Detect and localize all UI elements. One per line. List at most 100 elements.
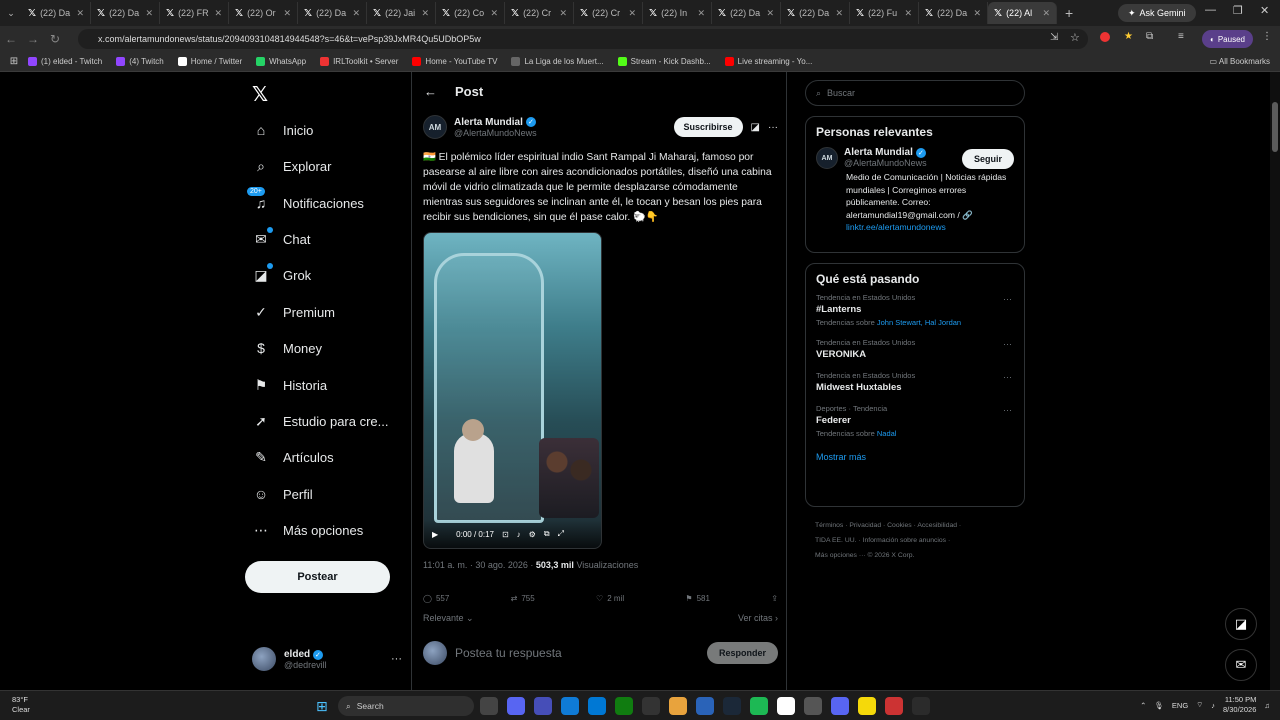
bio-link[interactable]: linktr.ee/alertamundonews xyxy=(846,222,946,232)
play-icon[interactable]: ▶ xyxy=(432,530,438,539)
author-info[interactable]: Alerta Mundial ✓ @AlertaMundoNews xyxy=(454,117,537,138)
weather-widget[interactable]: 83°F Clear xyxy=(12,695,30,715)
trend-more-icon[interactable]: ··· xyxy=(1003,405,1012,415)
chrome-icon[interactable] xyxy=(669,697,687,715)
notification-bell-icon[interactable]: ♫ xyxy=(1264,701,1270,710)
browser-tab[interactable]: 𝕏 (22) Al ✕ xyxy=(988,2,1057,24)
nav-item-estudio-para-cre[interactable]: ➚ Estudio para cre... xyxy=(253,413,388,429)
app-icon[interactable] xyxy=(696,697,714,715)
install-icon[interactable]: ⇲ xyxy=(1050,32,1058,43)
nav-item-explorar[interactable]: ⌕ Explorar xyxy=(253,158,331,174)
avatar[interactable]: AM xyxy=(816,147,838,169)
close-tab-icon[interactable]: ✕ xyxy=(421,8,429,19)
extension-icon[interactable] xyxy=(1100,32,1110,42)
close-tab-icon[interactable]: ✕ xyxy=(76,8,84,19)
scrollbar-thumb[interactable] xyxy=(1272,102,1278,152)
browser-tab[interactable]: 𝕏 (22) Fu ✕ xyxy=(850,2,919,24)
grok-icon[interactable]: ◪ xyxy=(751,122,760,133)
microphone-icon[interactable]: 🎙 xyxy=(1154,701,1164,710)
x-logo-icon[interactable]: 𝕏 xyxy=(252,82,268,107)
browser-tab[interactable]: 𝕏 (22) Da ✕ xyxy=(91,2,160,24)
app-icon[interactable] xyxy=(885,697,903,715)
taskbar-search[interactable]: ⌕ Search xyxy=(338,696,474,716)
browser-tab[interactable]: 𝕏 (22) Da ✕ xyxy=(22,2,91,24)
browser-tab[interactable]: 𝕏 (22) Or ✕ xyxy=(229,2,298,24)
browser-tab[interactable]: 𝕏 (22) Da ✕ xyxy=(712,2,781,24)
teams-icon[interactable] xyxy=(534,697,552,715)
discord-icon[interactable] xyxy=(831,697,849,715)
task-view-icon[interactable] xyxy=(480,697,498,715)
video-player[interactable]: ▶ 0:00 / 0:17 ⊡ ♪ ⚙ ⧉ ⤢ xyxy=(423,232,602,549)
messages-fab-icon[interactable]: ✉ xyxy=(1225,649,1257,681)
close-tab-icon[interactable]: ✕ xyxy=(283,8,291,19)
chevron-up-icon[interactable]: ⌃ xyxy=(1140,701,1146,710)
nav-item-money[interactable]: $ Money xyxy=(253,340,322,356)
app-icon[interactable] xyxy=(912,697,930,715)
all-bookmarks-button[interactable]: ▭ All Bookmarks xyxy=(1210,57,1270,66)
profile-paused-button[interactable]: ◐ Paused xyxy=(1202,30,1253,48)
app-icon[interactable] xyxy=(858,697,876,715)
back-icon[interactable]: ← xyxy=(0,32,22,46)
close-tab-icon[interactable]: ✕ xyxy=(214,8,222,19)
restore-button[interactable]: ❐ xyxy=(1233,4,1243,17)
browser-tab[interactable]: 𝕏 (22) Da ✕ xyxy=(919,2,988,24)
browser-tab[interactable]: 𝕏 (22) FR ✕ xyxy=(160,2,229,24)
search-input[interactable]: ⌕ Buscar xyxy=(805,80,1025,106)
app-icon[interactable] xyxy=(642,697,660,715)
url-field[interactable]: x.com/alertamundonews/status/20940931048… xyxy=(78,29,1088,49)
show-more-link[interactable]: Mostrar más xyxy=(806,442,1024,474)
trend-item[interactable]: Tendencia en Estados Unidos Midwest Huxta… xyxy=(806,364,1024,397)
trend-more-icon[interactable]: ··· xyxy=(1003,339,1012,349)
subscribe-button[interactable]: Suscribirse xyxy=(673,117,743,137)
language-indicator[interactable]: ENG xyxy=(1172,701,1188,710)
trend-item[interactable]: Deportes · Tendencia Federer Tendencias so… xyxy=(806,397,1024,442)
apps-grid-icon[interactable]: ⊞ xyxy=(0,56,28,67)
nav-item-más-opciones[interactable]: ⋯ Más opciones xyxy=(253,522,363,538)
more-icon[interactable]: ··· xyxy=(768,122,778,133)
nav-item-historia[interactable]: ⚑ Historia xyxy=(253,377,327,393)
nav-item-grok[interactable]: ◪ Grok xyxy=(253,263,311,283)
bookmark-item[interactable]: La Liga de los Muert... xyxy=(511,57,604,66)
share-button[interactable]: ⇪ xyxy=(771,591,778,605)
steam-icon[interactable] xyxy=(723,697,741,715)
close-window-button[interactable]: ✕ xyxy=(1260,4,1269,17)
close-tab-icon[interactable]: ✕ xyxy=(766,8,774,19)
volume-icon[interactable]: ♪ xyxy=(517,530,521,539)
settings-icon[interactable]: ⚙ xyxy=(529,530,536,539)
trend-more-icon[interactable]: ··· xyxy=(1003,372,1012,382)
browser-tab[interactable]: 𝕏 (22) Cr ✕ xyxy=(505,2,574,24)
scrollbar[interactable] xyxy=(1270,72,1280,690)
bookmark-item[interactable]: Home / Twitter xyxy=(177,57,242,66)
back-arrow-icon[interactable]: ← xyxy=(424,84,437,99)
nav-item-perfil[interactable]: ☺ Perfil xyxy=(253,486,313,502)
browser-tab[interactable]: 𝕏 (22) Jai ✕ xyxy=(367,2,436,24)
browser-tab[interactable]: 𝕏 (22) Da ✕ xyxy=(298,2,367,24)
ask-gemini-button[interactable]: ✦ Ask Gemini xyxy=(1118,4,1196,22)
close-tab-icon[interactable]: ✕ xyxy=(490,8,498,19)
post-button[interactable]: Postear xyxy=(245,561,390,593)
bookmark-item[interactable]: Home - YouTube TV xyxy=(412,57,497,66)
browser-tab[interactable]: 𝕏 (22) Da ✕ xyxy=(781,2,850,24)
bookmark-star-icon[interactable]: ☆ xyxy=(1070,31,1080,44)
close-tab-icon[interactable]: ✕ xyxy=(145,8,153,19)
tab-search-icon[interactable]: ⌄ xyxy=(0,8,22,19)
nav-item-premium[interactable]: ✓ Premium xyxy=(253,304,335,320)
browser-tab[interactable]: 𝕏 (22) Co ✕ xyxy=(436,2,505,24)
fullscreen-icon[interactable]: ⤢ xyxy=(558,529,564,539)
extension-icon[interactable]: ★ xyxy=(1124,31,1133,42)
author-avatar[interactable]: AM xyxy=(423,115,447,139)
clock[interactable]: 11:50 PM 8/30/2026 xyxy=(1223,695,1256,715)
forward-icon[interactable]: → xyxy=(22,32,44,46)
account-switcher[interactable]: elded ✓ @dedrevill ··· xyxy=(252,647,402,671)
minimize-button[interactable]: — xyxy=(1205,4,1216,16)
bookmark-item[interactable]: Stream - Kick Dashb... xyxy=(617,57,711,66)
volume-icon[interactable]: ♪ xyxy=(1211,701,1215,710)
view-quotes-link[interactable]: Ver citas › xyxy=(738,613,778,624)
spotify-icon[interactable] xyxy=(750,697,768,715)
pip-icon[interactable]: ⧉ xyxy=(544,529,550,539)
grok-fab-icon[interactable]: ◪ xyxy=(1225,608,1257,640)
edge-icon[interactable] xyxy=(561,697,579,715)
new-tab-button[interactable]: + xyxy=(1065,5,1073,21)
reply-input[interactable]: Postea tu respuesta xyxy=(455,646,562,660)
bookmark-item[interactable]: (1) elded - Twitch xyxy=(28,57,102,66)
